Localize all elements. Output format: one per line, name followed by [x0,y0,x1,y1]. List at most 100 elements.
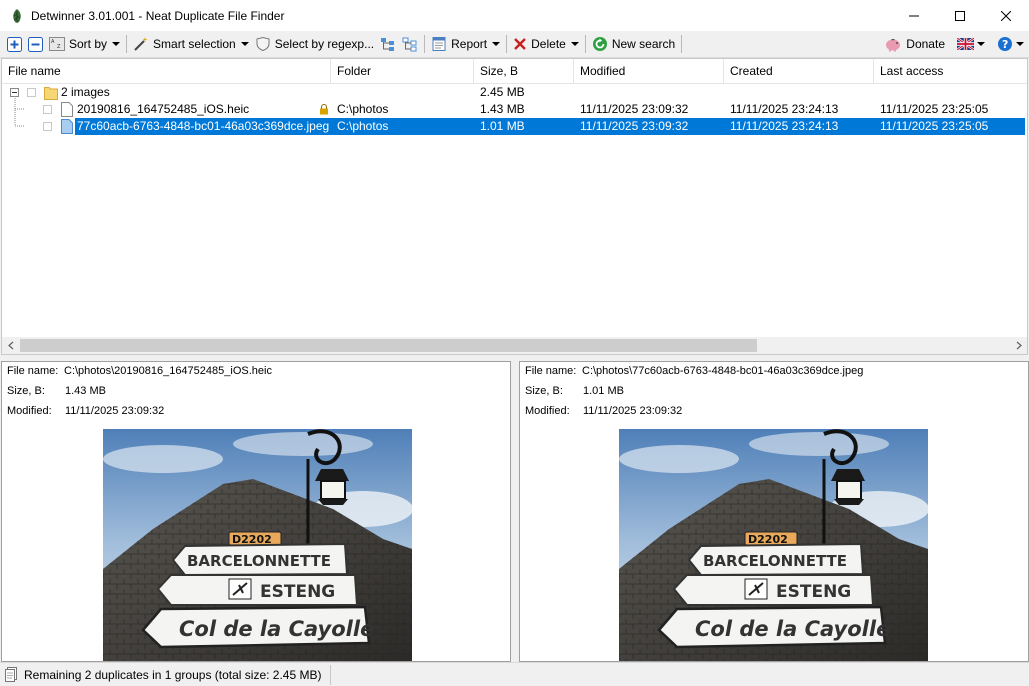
preview-file-name-row: File name: C:\photos\20190816_164752485_… [7,365,272,377]
chevron-down-icon [492,42,501,46]
chevron-down-icon [1016,42,1024,46]
donate-button[interactable]: Donate [881,33,948,55]
new-search-label: New search [611,37,676,51]
sign-barcelonnette: BARCELONNETTE [187,552,331,570]
sort-by-button[interactable]: A Z Sort by [46,33,123,55]
delete-button[interactable]: Delete [510,33,582,55]
new-search-button[interactable]: New search [589,33,678,55]
tree-select-icon [381,38,395,51]
language-selector[interactable] [954,33,988,55]
group-row[interactable]: 2 images 2.45 MB [2,84,1025,101]
delete-x-icon [514,38,526,50]
group-name: 2 images [61,85,110,99]
svg-text:Z: Z [57,44,61,50]
right-preview-panel: File name: C:\photos\77c60acb-6763-4848-… [519,361,1029,662]
status-panel: Remaining 2 duplicates in 1 groups (tota… [0,664,331,685]
preview-modified: 11/11/2025 23:09:32 [65,405,165,417]
column-header-size[interactable]: Size, B [474,59,574,84]
plus-square-icon [7,36,22,52]
sign-esteng: ESTENG [776,582,851,602]
help-button[interactable]: ? [994,33,1027,55]
collapse-all-button[interactable] [25,33,46,55]
image-file-icon [61,119,73,134]
group-checkbox[interactable] [27,88,36,97]
maximize-button[interactable] [937,0,983,31]
preview-label: Size, B: [7,385,45,397]
chevron-down-icon [977,42,985,46]
toolbar-separator [424,35,426,53]
preview-size: 1.01 MB [583,385,624,397]
file-modified: 11/11/2025 23:09:32 [580,119,689,133]
smart-selection-button[interactable]: Smart selection [130,33,252,55]
uk-flag-icon [957,38,974,50]
toolbar: A Z Sort by Smart selection Select by re… [0,31,1029,58]
column-header-last-access[interactable]: Last access [874,59,1027,84]
delete-label: Delete [531,37,566,51]
photo-road-signs: D2202 BARCELONNETTE ESTENG Col de la Cay… [619,429,928,661]
file-created: 11/11/2025 23:24:13 [730,102,839,116]
chevron-left-icon [7,341,13,350]
sign-col-de-la-cayolle: Col de la Cayolle [179,617,374,641]
file-name: 77c60acb-6763-4848-bc01-46a03c369dce.jpe… [77,119,330,133]
column-header-label: Last access [880,64,944,78]
column-header-modified[interactable]: Modified [574,59,724,84]
duplicate-file-list[interactable]: File name Folder Size, B Modified Create… [1,58,1028,355]
title-bar: Detwinner 3.01.001 - Neat Duplicate File… [0,0,1029,31]
preview-size: 1.43 MB [65,385,106,397]
sort-icon: A Z [49,37,65,51]
column-header-file-name[interactable]: File name [2,59,331,84]
table-row-selected[interactable]: 77c60acb-6763-4848-bc01-46a03c369dce.jpe… [75,118,1025,135]
deselect-group-button[interactable] [399,33,421,55]
file-size: 1.43 MB [480,102,525,116]
preview-file-name-row: File name: C:\photos\77c60acb-6763-4848-… [525,365,863,377]
sign-esteng: ESTENG [260,582,335,602]
file-checkbox[interactable] [43,105,52,114]
close-button[interactable] [983,0,1029,31]
select-group-button[interactable] [377,33,399,55]
status-bar: Remaining 2 duplicates in 1 groups (tota… [0,662,1029,686]
refresh-icon [592,37,607,51]
column-header-label: Folder [337,64,372,78]
preview-label: File name: [7,365,59,377]
toolbar-separator [126,35,128,53]
report-button[interactable]: Report [428,33,503,55]
app-logo-icon [13,8,21,23]
status-text: Remaining 2 duplicates in 1 groups (tota… [24,667,322,682]
file-folder: C:\photos [337,102,389,116]
close-icon [1001,10,1011,21]
smart-selection-label: Smart selection [153,37,236,51]
file-checkbox[interactable] [43,122,52,131]
expand-all-button[interactable] [4,33,25,55]
column-headers: File name Folder Size, B Modified Create… [2,59,1027,84]
maximize-icon [955,10,965,21]
scroll-left-button[interactable] [2,337,19,354]
lock-icon [320,104,328,115]
select-by-regexp-button[interactable]: Select by regexp... [252,33,377,55]
scrollbar-thumb[interactable] [20,339,757,352]
chevron-down-icon [240,42,249,46]
image-preview: D2202 BARCELONNETTE ESTENG Col de la Cay… [103,429,412,661]
regexp-shield-icon [256,36,270,52]
table-row[interactable]: 20190816_164752485_iOS.heic C:\photos 1.… [2,101,1025,118]
column-header-folder[interactable]: Folder [331,59,474,84]
preview-modified-row: Modified: 11/11/2025 23:09:32 [525,405,682,417]
column-header-label: File name [8,64,61,78]
image-preview: D2202 BARCELONNETTE ESTENG Col de la Cay… [619,429,928,661]
column-header-created[interactable]: Created [724,59,874,84]
file-last-access: 11/11/2025 23:25:05 [880,119,989,133]
piggy-bank-icon [886,39,901,52]
sign-barcelonnette: BARCELONNETTE [703,552,847,570]
minimize-button[interactable] [891,0,937,31]
horizontal-scrollbar[interactable] [2,337,1027,354]
preview-modified-row: Modified: 11/11/2025 23:09:32 [7,405,164,417]
donate-label: Donate [906,37,945,51]
file-name: 20190816_164752485_iOS.heic [77,102,250,116]
toolbar-separator [584,35,586,53]
file-modified: 11/11/2025 23:09:32 [580,102,689,116]
preview-file-name: C:\photos\77c60acb-6763-4848-bc01-46a03c… [582,365,864,377]
column-header-label: Size, B [480,64,519,78]
column-header-label: Modified [580,64,626,78]
scroll-right-button[interactable] [1010,337,1027,354]
tree-collapse-icon[interactable] [10,88,19,97]
document-icon [5,666,17,682]
